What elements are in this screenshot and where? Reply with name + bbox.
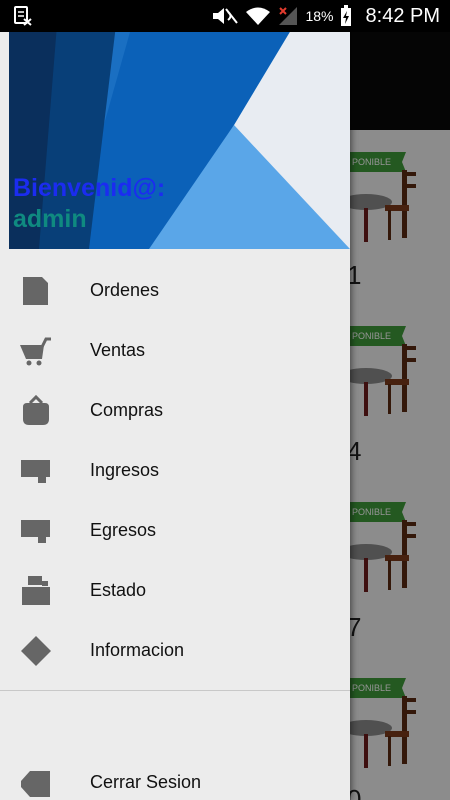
document-icon [23, 277, 48, 305]
cart-icon [20, 337, 51, 366]
logout-icon [21, 771, 50, 797]
menu-item-label: Cerrar Sesion [90, 772, 202, 792]
wifi-icon [246, 7, 271, 25]
status-bar: 18% 8:42 PM [0, 0, 450, 32]
battery-percent: 18% [305, 8, 334, 24]
welcome-text: Bienvenid@: [13, 174, 166, 202]
drawer-header: Bienvenid@: admin [9, 0, 350, 249]
menu-item-ingresos[interactable]: Ingresos [0, 440, 350, 500]
menu-item-label: Ordenes [90, 280, 160, 300]
money-in-icon [21, 460, 50, 483]
menu-item-egresos[interactable]: Egresos [0, 500, 350, 560]
mute-icon [213, 8, 239, 24]
menu-divider [0, 690, 350, 691]
info-diamond-icon [21, 636, 51, 666]
menu-item-cerrar-sesion[interactable]: Cerrar Sesion [0, 752, 350, 800]
navigation-drawer: Bienvenid@: admin Ordenes Ventas Compras… [0, 0, 350, 800]
menu-item-label: Informacion [90, 640, 185, 660]
money-out-icon [21, 520, 50, 543]
menu-item-compras[interactable]: Compras [0, 380, 350, 440]
menu-item-label: Egresos [90, 520, 157, 540]
menu-item-ventas[interactable]: Ventas [0, 320, 350, 380]
signal-icon [279, 7, 298, 25]
menu-item-informacion[interactable]: Informacion [0, 620, 350, 680]
menu-item-ordenes[interactable]: Ordenes [0, 260, 350, 320]
menu-item-label: Compras [90, 400, 164, 420]
notification-icon [14, 6, 32, 26]
menu-item-label: Estado [90, 580, 147, 600]
menu-item-label: Ventas [90, 340, 146, 360]
menu-item-estado[interactable]: Estado [0, 560, 350, 620]
username-text: admin [13, 205, 87, 233]
register-icon [22, 576, 50, 605]
battery-icon [340, 5, 351, 26]
clock: 8:42 PM [365, 4, 440, 27]
menu-item-label: Ingresos [90, 460, 160, 480]
basket-icon [23, 395, 49, 425]
